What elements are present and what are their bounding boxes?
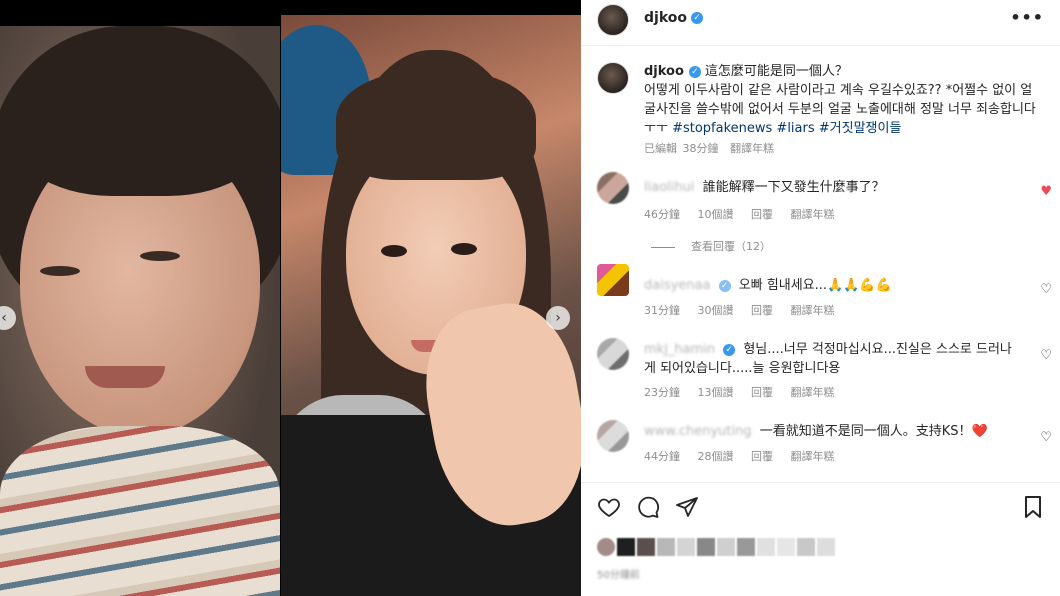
more-icon[interactable]: ••• [1010, 8, 1044, 27]
liked-by-row[interactable] [597, 538, 835, 558]
verified-badge-icon: ✓ [718, 279, 731, 292]
share-icon[interactable] [675, 495, 699, 519]
comment-avatar[interactable] [597, 338, 629, 370]
reply-button[interactable]: 回覆 [751, 304, 773, 317]
verified-badge-icon: ✓ [688, 65, 701, 78]
bookmark-icon[interactable] [1021, 495, 1045, 519]
blurred-text [717, 538, 735, 556]
comment-username[interactable]: mkj_hamin [644, 342, 715, 357]
avatar[interactable] [597, 4, 629, 36]
liker-avatar [637, 538, 655, 556]
reply-button[interactable]: 回覆 [751, 208, 773, 221]
comment-avatar[interactable] [597, 264, 629, 296]
post-header: djkoo ✓ ••• [581, 0, 1060, 46]
post-media[interactable]: ‹ › [0, 0, 581, 596]
comment-likes[interactable]: 30個讚 [698, 304, 734, 317]
comment-time: 31分鐘 [644, 304, 680, 317]
reply-button[interactable]: 回覆 [751, 386, 773, 399]
comment-text-row: mkj_hamin ✓ 형님....너무 걱정마십시요...진실은 스스로 드러… [644, 340, 1014, 378]
translate-link[interactable]: 翻譯年糕 [791, 386, 835, 399]
blurred-text [757, 538, 775, 556]
comment-text: 一看就知道不是同一個人。支持KS！❤️ [759, 424, 988, 439]
heart-icon[interactable]: ♡ [1040, 348, 1052, 363]
verified-badge-icon: ✓ [691, 12, 703, 24]
heart-icon[interactable]: ♡ [1040, 282, 1052, 297]
comment-text: 오빠 힘내세요...🙏🙏💪💪 [738, 278, 892, 293]
comment-text-row: www.chenyuting 一看就知道不是同一個人。支持KS！❤️ [644, 422, 1014, 441]
edited-label: 已編輯 [644, 142, 677, 155]
photo-left-woman [0, 26, 280, 596]
username-text[interactable]: djkoo [644, 10, 687, 26]
caption-username[interactable]: djkoo [644, 64, 684, 79]
comment-username[interactable]: daisyenaa [644, 278, 710, 293]
translate-link[interactable]: 翻譯年糕 [730, 142, 774, 155]
comment-meta: 23分鐘 13個讚 回覆 翻譯年糕 [644, 384, 849, 400]
post-side-panel: djkoo ✓ ••• djkoo ✓ 這怎麼可能是同一個人？ 어떻게 이두사람이 같… [581, 0, 1060, 596]
caption-age: 38分鐘 [682, 142, 719, 155]
hashtag-link[interactable]: #liars [776, 121, 814, 136]
comment-text: 誰能解釋一下又發生什麼事了？ [702, 180, 885, 195]
blurred-text [677, 538, 695, 556]
caption-meta: 已編輯 38分鐘 翻譯年糕 [644, 140, 784, 156]
comment-time: 44分鐘 [644, 450, 680, 463]
blurred-text [777, 538, 795, 556]
comment-username[interactable]: www.chenyuting [644, 424, 752, 439]
hashtag-link[interactable]: #stopfakenews [672, 121, 772, 136]
translate-link[interactable]: 翻譯年糕 [791, 208, 835, 221]
heart-icon[interactable] [597, 495, 621, 519]
comment-time: 46分鐘 [644, 208, 680, 221]
post-timestamp: 50分鐘前 [597, 570, 640, 581]
comment-likes[interactable]: 13個讚 [698, 386, 734, 399]
comment-likes[interactable]: 28個讚 [698, 450, 734, 463]
blurred-text [817, 538, 835, 556]
comment-meta: 46分鐘 10個讚 回覆 翻譯年糕 [644, 206, 849, 222]
caption-avatar[interactable] [597, 62, 629, 94]
hashtag-link[interactable]: #거짓말쟁이들 [819, 121, 902, 136]
comment-meta: 44分鐘 28個讚 回覆 翻譯年糕 [644, 448, 849, 464]
comment-avatar[interactable] [597, 420, 629, 452]
view-replies-button[interactable]: 查看回覆（12） [651, 238, 771, 254]
action-bar [581, 482, 1060, 532]
caption-line1: 這怎麼可能是同一個人？ [704, 64, 848, 79]
blurred-text [797, 538, 815, 556]
comment-likes[interactable]: 10個讚 [698, 208, 734, 221]
post-username[interactable]: djkoo ✓ [644, 10, 703, 26]
photo-right-woman [281, 15, 581, 596]
reply-button[interactable]: 回覆 [751, 450, 773, 463]
comment-avatar[interactable] [597, 172, 629, 204]
comment-username[interactable]: liaolihui [644, 180, 694, 195]
comment-time: 23分鐘 [644, 386, 680, 399]
comment-text-row: liaolihui 誰能解釋一下又發生什麼事了？ [644, 178, 1014, 197]
liker-avatar [597, 538, 615, 556]
chevron-right-icon[interactable]: › [546, 306, 570, 330]
comment-text-row: daisyenaa ✓ 오빠 힘내세요...🙏🙏💪💪 [644, 276, 1014, 295]
translate-link[interactable]: 翻譯年糕 [791, 450, 835, 463]
heart-icon[interactable]: ♡ [1040, 430, 1052, 445]
comment-meta: 31分鐘 30個讚 回覆 翻譯年糕 [644, 302, 849, 318]
heart-icon[interactable]: ♥ [1040, 184, 1052, 199]
replies-divider [651, 246, 675, 248]
verified-badge-icon: ✓ [723, 343, 736, 356]
blurred-text [737, 538, 755, 556]
blurred-text [697, 538, 715, 556]
translate-link[interactable]: 翻譯年糕 [791, 304, 835, 317]
liker-avatar [617, 538, 635, 556]
blurred-text [657, 538, 675, 556]
comment-icon[interactable] [636, 495, 660, 519]
view-replies-label[interactable]: 查看回覆（12） [691, 240, 771, 253]
post-caption: djkoo ✓ 這怎麼可能是同一個人？ 어떻게 이두사람이 같은 사람이라고 계속 … [644, 62, 1044, 138]
